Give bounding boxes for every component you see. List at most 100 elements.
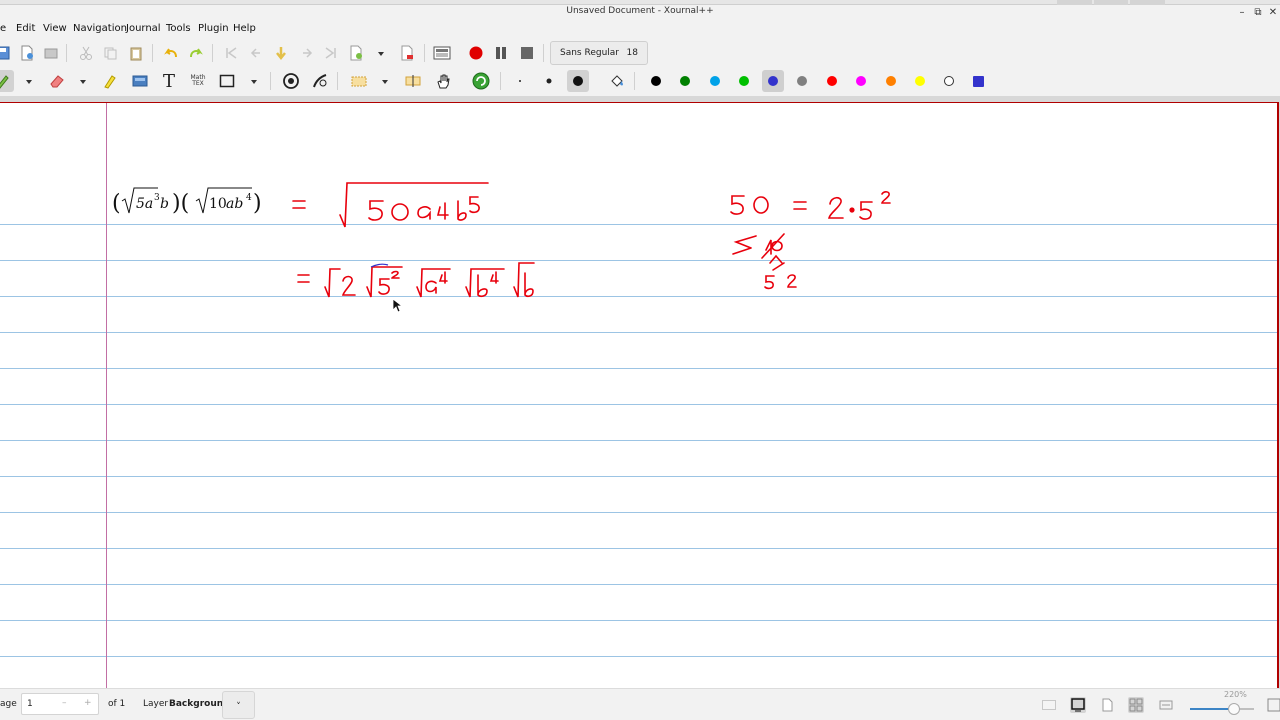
zoom-slider-track[interactable] bbox=[1190, 708, 1254, 710]
shape-rectangle-tool-icon[interactable] bbox=[216, 70, 238, 92]
next-page-icon[interactable] bbox=[296, 42, 318, 64]
shape-dropdown-icon[interactable] bbox=[251, 80, 257, 84]
page-increment-button[interactable]: + bbox=[84, 698, 92, 708]
highlighter-tool-icon[interactable] bbox=[99, 70, 121, 92]
shape-recognizer-icon[interactable] bbox=[309, 70, 331, 92]
zoom-slider-handle[interactable] bbox=[1228, 703, 1240, 715]
select-dropdown-icon[interactable] bbox=[382, 80, 388, 84]
pen-tool-icon[interactable] bbox=[0, 70, 14, 92]
menu-journal[interactable]: Journal bbox=[126, 23, 161, 34]
color-magenta-button[interactable] bbox=[850, 70, 872, 92]
color-blue-button[interactable] bbox=[762, 70, 784, 92]
delete-page-icon[interactable] bbox=[396, 42, 418, 64]
new-document-icon[interactable] bbox=[16, 42, 38, 64]
svg-text:ab: ab bbox=[226, 196, 243, 212]
page[interactable]: ( 5a 3 b )( 10 ab 4 ) bbox=[0, 102, 1279, 688]
color-red-button[interactable] bbox=[821, 70, 843, 92]
record-audio-icon[interactable] bbox=[465, 42, 487, 64]
thickness-thick-icon[interactable] bbox=[567, 70, 589, 92]
undo-icon[interactable] bbox=[160, 42, 182, 64]
color-white-button[interactable] bbox=[938, 70, 960, 92]
menu-bar: e Edit View Navigation Journal Tools Plu… bbox=[0, 20, 1280, 39]
view-grid-icon[interactable] bbox=[1128, 697, 1144, 713]
color-lime-button[interactable] bbox=[733, 70, 755, 92]
pen-dropdown-icon[interactable] bbox=[26, 80, 32, 84]
eraser-tool-icon[interactable] bbox=[46, 70, 68, 92]
page-decrement-button[interactable]: – bbox=[62, 698, 67, 708]
handwriting-line-1[interactable] bbox=[288, 175, 498, 235]
menu-navigation[interactable]: Navigation bbox=[73, 23, 127, 34]
menu-file[interactable]: e bbox=[0, 23, 6, 34]
menu-edit[interactable]: Edit bbox=[16, 23, 35, 34]
image-tool-icon[interactable] bbox=[129, 70, 151, 92]
copy-icon[interactable] bbox=[99, 42, 121, 64]
layer-dropdown-button[interactable]: ˅ bbox=[222, 691, 255, 719]
separator bbox=[424, 44, 425, 62]
canvas-area[interactable]: ( 5a 3 b )( 10 ab 4 ) bbox=[0, 96, 1280, 688]
menu-tools[interactable]: Tools bbox=[166, 23, 191, 34]
ruler-tool-icon[interactable] bbox=[280, 70, 302, 92]
eraser-dropdown-icon[interactable] bbox=[80, 80, 86, 84]
save-icon[interactable] bbox=[0, 42, 14, 64]
cut-icon[interactable] bbox=[75, 42, 97, 64]
view-pairs-icon[interactable] bbox=[1099, 697, 1115, 713]
view-two-pages-icon[interactable] bbox=[1041, 697, 1057, 713]
handwriting-line-2[interactable] bbox=[292, 255, 552, 305]
previous-page-icon[interactable] bbox=[245, 42, 267, 64]
page-number-spinner[interactable]: 1 – + bbox=[21, 693, 99, 715]
handwriting-side-note[interactable] bbox=[726, 188, 926, 298]
vertical-space-icon[interactable] bbox=[402, 70, 424, 92]
window-title: Unsaved Document - Xournal++ bbox=[566, 6, 714, 16]
color-swatch-icon bbox=[651, 76, 661, 86]
font-selector-button[interactable]: Sans Regular 18 bbox=[550, 41, 648, 65]
hand-tool-icon[interactable] bbox=[432, 70, 454, 92]
color-yellow-button[interactable] bbox=[909, 70, 931, 92]
mouse-cursor-icon bbox=[392, 298, 404, 313]
menu-help[interactable]: Help bbox=[233, 23, 256, 34]
goto-page-icon[interactable] bbox=[270, 42, 292, 64]
paste-icon[interactable] bbox=[125, 42, 147, 64]
open-pdf-icon[interactable] bbox=[40, 42, 62, 64]
thickness-medium-icon[interactable] bbox=[538, 70, 560, 92]
menu-view[interactable]: View bbox=[43, 23, 67, 34]
color-black-button[interactable] bbox=[645, 70, 667, 92]
stop-audio-icon[interactable] bbox=[516, 42, 538, 64]
color-swatch-icon bbox=[827, 76, 837, 86]
svg-text:4: 4 bbox=[246, 193, 252, 203]
insert-page-icon[interactable] bbox=[345, 42, 367, 64]
first-page-icon[interactable] bbox=[220, 42, 242, 64]
redo-icon[interactable] bbox=[185, 42, 207, 64]
separator bbox=[500, 72, 501, 90]
color-orange-button[interactable] bbox=[880, 70, 902, 92]
color-custom-blue-button[interactable] bbox=[967, 70, 989, 92]
text-tool-icon[interactable]: T bbox=[158, 70, 180, 92]
color-green-button[interactable] bbox=[674, 70, 696, 92]
color-swatch-icon bbox=[972, 75, 984, 87]
minimize-icon[interactable]: – bbox=[1236, 7, 1248, 18]
play-object-icon[interactable] bbox=[470, 70, 492, 92]
close-icon[interactable]: ✕ bbox=[1267, 7, 1279, 18]
page-number-input[interactable]: 1 bbox=[27, 699, 33, 709]
fill-color-icon[interactable] bbox=[606, 70, 628, 92]
separator bbox=[152, 44, 153, 62]
presentation-mode-icon[interactable] bbox=[431, 42, 453, 64]
rule-line bbox=[0, 296, 1277, 297]
latex-expression[interactable]: ( 5a 3 b )( 10 ab 4 ) bbox=[112, 183, 292, 223]
select-rectangle-icon[interactable] bbox=[348, 70, 370, 92]
restore-icon[interactable]: ⧉ bbox=[1252, 7, 1264, 18]
color-swatch-icon bbox=[710, 76, 720, 86]
rule-line bbox=[0, 620, 1277, 621]
zoom-settings-icon[interactable] bbox=[1266, 697, 1280, 713]
zoom-fit-icon[interactable] bbox=[1158, 697, 1174, 713]
rule-line bbox=[0, 512, 1277, 513]
layer-label: Layer bbox=[143, 699, 169, 709]
view-fullscreen-icon[interactable] bbox=[1070, 697, 1086, 713]
menu-plugin[interactable]: Plugin bbox=[198, 23, 229, 34]
last-page-icon[interactable] bbox=[320, 42, 342, 64]
color-light-blue-button[interactable] bbox=[704, 70, 726, 92]
thickness-fine-icon[interactable] bbox=[509, 70, 531, 92]
pause-audio-icon[interactable] bbox=[490, 42, 512, 64]
color-gray-button[interactable] bbox=[791, 70, 813, 92]
math-tex-tool-icon[interactable]: Math TEX bbox=[187, 70, 209, 92]
insert-page-dropdown-icon[interactable] bbox=[378, 52, 384, 56]
